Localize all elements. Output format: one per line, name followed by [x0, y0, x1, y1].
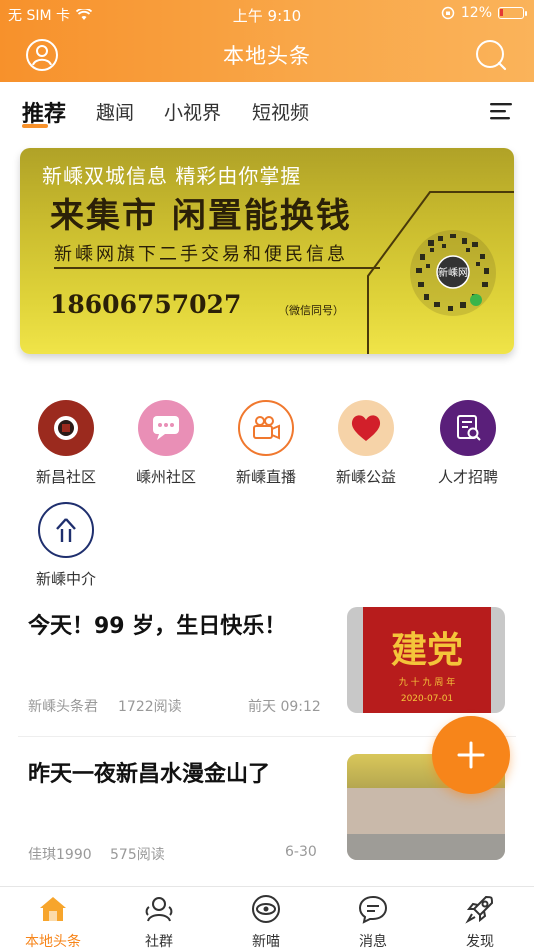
search-icon [476, 40, 507, 71]
active-tab-indicator [22, 124, 48, 128]
nav-xinmiao[interactable]: 新喵 [221, 893, 311, 950]
eye-icon [252, 895, 280, 923]
chat-bubble-icon [138, 400, 194, 456]
quicknav-shengzhou-community[interactable]: 嵊州社区 [116, 400, 216, 487]
thumb-headline: 建党 [390, 629, 463, 671]
app-header: 无 SIM 卡 上午 9:10 12% 本地头条 [0, 0, 534, 82]
promo-banner[interactable]: 新嵊双城信息 精彩由你掌握 来集市 闲置能换钱 新嵊网旗下二手交易和便民信息 1… [20, 148, 514, 354]
quicknav-label: 新嵊直播 [235, 468, 296, 486]
article-reads: 1722阅读 [118, 699, 182, 715]
tab-small-vision[interactable]: 小视界 [164, 98, 221, 125]
quicknav-live-stream[interactable]: 新嵊直播 [216, 400, 316, 487]
agency-icon [38, 502, 94, 558]
article-title: 今天！99 岁，生日快乐！ [28, 614, 287, 639]
nav-label: 本地头条 [25, 934, 81, 950]
quicknav-charity[interactable]: 新嵊公益 [316, 400, 416, 487]
camera-lens-icon [38, 400, 94, 456]
quicknav-label: 新嵊中介 [35, 570, 96, 588]
banner-phone: 18606757027 [50, 290, 242, 319]
article-time: 前天 09:12 [248, 699, 321, 715]
article-author: 新嵊头条君 [28, 699, 98, 715]
nav-discover[interactable]: 发现 [435, 893, 525, 950]
article-reads: 575阅读 [110, 847, 165, 863]
quicknav-label: 新昌社区 [35, 468, 96, 486]
quicknav-label: 嵊州社区 [135, 468, 196, 486]
article-thumbnail: 建党 九 十 九 周 年 2020-07-01 [347, 607, 505, 713]
message-icon [358, 895, 388, 924]
quicknav-agency[interactable]: 新嵊中介 [16, 502, 116, 589]
resume-search-icon [440, 400, 496, 456]
home-icon [40, 897, 66, 921]
community-icon [145, 897, 173, 922]
banner-slogan: 新嵊双城信息 精彩由你掌握 [42, 164, 302, 188]
banner-headline: 来集市 闲置能换钱 [50, 196, 352, 236]
nav-label: 消息 [359, 934, 387, 950]
category-tabs: 推荐 趣闻 小视界 短视频 [0, 82, 534, 140]
banner-phone-note: （微信同号） [278, 304, 344, 317]
quicknav-xinchang-community[interactable]: 新昌社区 [16, 400, 116, 487]
thumb-date: 2020-07-01 [400, 694, 454, 704]
tab-short-video[interactable]: 短视频 [252, 98, 309, 125]
rocket-icon [465, 895, 494, 924]
quicknav-recruitment[interactable]: 人才招聘 [418, 400, 518, 487]
bottom-nav: 本地头条 社群 新喵 消息 发现 [0, 886, 534, 950]
video-camera-icon [238, 400, 294, 456]
nav-community[interactable]: 社群 [114, 893, 204, 950]
menu-icon[interactable] [490, 102, 512, 120]
battery-icon [498, 7, 527, 19]
tab-fun-news[interactable]: 趣闻 [96, 98, 134, 125]
nav-label: 发现 [466, 934, 494, 950]
battery-percent: 12% [460, 5, 492, 21]
nav-label: 社群 [145, 934, 173, 950]
search-button[interactable] [474, 38, 508, 72]
banner-subtitle: 新嵊网旗下二手交易和便民信息 [54, 244, 348, 265]
article-author: 佳琪1990 [28, 847, 92, 863]
thumb-subtitle: 九 十 九 周 年 [398, 678, 456, 688]
add-post-button[interactable] [432, 716, 510, 794]
plus-icon [457, 741, 485, 769]
quicknav-label: 人才招聘 [437, 468, 498, 486]
article-time: 6-30 [285, 844, 317, 860]
orientation-lock-icon [441, 6, 455, 20]
qr-label: 新嵊网 [438, 268, 468, 279]
nav-messages[interactable]: 消息 [328, 893, 418, 950]
nav-label: 新喵 [252, 934, 280, 950]
nav-local-headlines[interactable]: 本地头条 [8, 893, 98, 950]
heart-icon [338, 400, 394, 456]
article-title: 昨天一夜新昌水漫金山了 [28, 762, 271, 787]
qr-code: 新嵊网 [408, 228, 498, 318]
status-bar: 无 SIM 卡 上午 9:10 12% [0, 0, 534, 28]
quicknav-label: 新嵊公益 [335, 468, 396, 486]
page-title: 本地头条 [223, 44, 311, 68]
